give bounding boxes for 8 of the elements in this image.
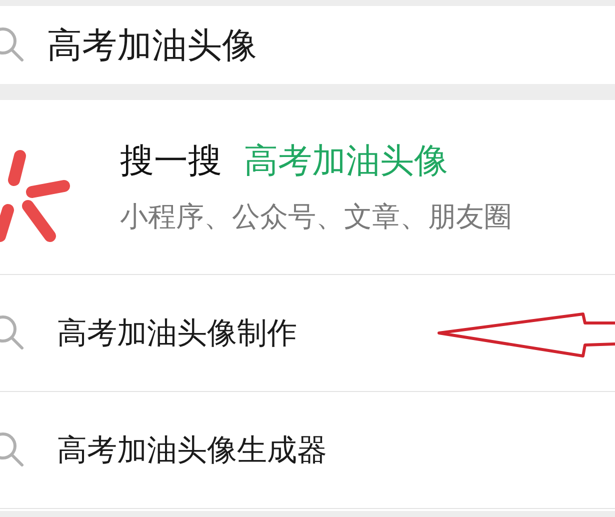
suggestion-item[interactable]: 高考加油头像制作	[0, 275, 615, 392]
search-one-subtitle: 小程序、公众号、文章、朋友圈	[120, 199, 512, 235]
search-field[interactable]: 高考加油头像	[0, 6, 615, 84]
search-one-search-item[interactable]: 搜一搜 高考加油头像 小程序、公众号、文章、朋友圈	[0, 100, 615, 275]
search-one-label: 搜一搜	[120, 140, 222, 183]
search-one-query: 高考加油头像	[244, 140, 448, 183]
search-query: 高考加油头像	[47, 24, 257, 68]
suggestion-item[interactable]: 高考加油头像生成器	[0, 392, 615, 509]
